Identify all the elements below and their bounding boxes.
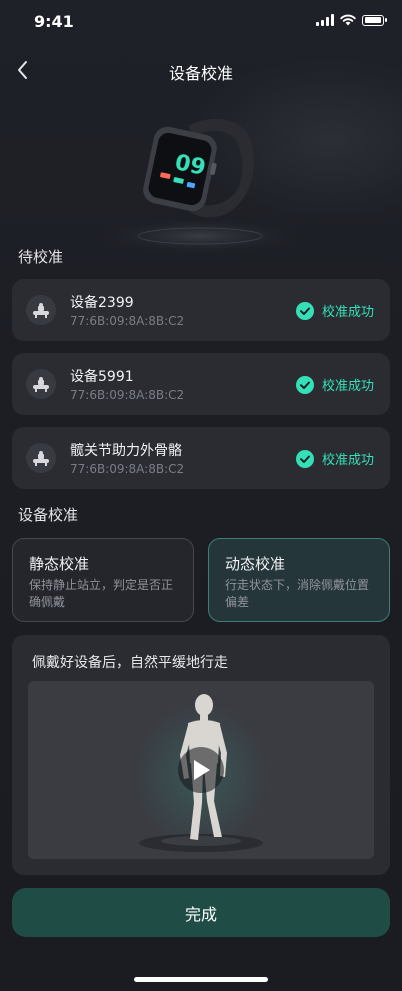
- device-mac: 77:6B:09:8A:8B:C2: [70, 314, 185, 328]
- mode-description: 行走状态下，消除佩戴位置偏差: [225, 578, 370, 609]
- device-name: 髋关节助力外骨骼: [70, 443, 182, 459]
- check-circle-icon: [295, 375, 314, 394]
- mode-title: 静态校准: [29, 555, 90, 573]
- device-card[interactable]: 设备2399 77:6B:09:8A:8B:C2 校准成功: [12, 279, 390, 341]
- status-time: 9:41: [34, 12, 74, 31]
- device-card[interactable]: 髋关节助力外骨骼 77:6B:09:8A:8B:C2 校准成功: [12, 427, 390, 489]
- cellular-signal-icon: [316, 14, 334, 26]
- nav-bar: 设备校准: [0, 50, 402, 90]
- device-status: 校准成功: [295, 375, 374, 394]
- instruction-video[interactable]: [28, 681, 374, 859]
- check-circle-icon: [295, 449, 314, 468]
- watch-illustration: 09: [90, 108, 310, 258]
- exoskeleton-icon: [26, 443, 56, 473]
- device-status-label: 校准成功: [321, 453, 374, 468]
- page-title: 设备校准: [168, 64, 233, 83]
- device-name: 设备5991: [70, 369, 134, 385]
- instruction-panel: 佩戴好设备后，自然平缓地行走: [12, 635, 390, 875]
- wifi-icon: [340, 14, 356, 26]
- check-circle-icon: [295, 301, 314, 320]
- static-calibration-option[interactable]: 静态校准 保持静止站立，判定是否正确佩戴: [12, 538, 194, 622]
- pending-section-title: 待校准: [18, 248, 64, 266]
- instruction-text: 佩戴好设备后，自然平缓地行走: [32, 655, 228, 671]
- dynamic-calibration-option[interactable]: 动态校准 行走状态下，消除佩戴位置偏差: [208, 538, 390, 622]
- device-card[interactable]: 设备5991 77:6B:09:8A:8B:C2 校准成功: [12, 353, 390, 415]
- mode-description: 保持静止站立，判定是否正确佩戴: [29, 578, 174, 609]
- exoskeleton-icon: [26, 295, 56, 325]
- device-status-label: 校准成功: [321, 305, 374, 320]
- device-status: 校准成功: [295, 449, 374, 468]
- device-mac: 77:6B:09:8A:8B:C2: [70, 462, 185, 476]
- exoskeleton-icon: [26, 369, 56, 399]
- status-bar: 9:41: [0, 0, 402, 44]
- status-icons: [316, 14, 387, 26]
- device-status-label: 校准成功: [321, 379, 374, 394]
- battery-icon: [362, 14, 387, 26]
- play-button[interactable]: [178, 747, 224, 793]
- mode-title: 动态校准: [225, 555, 286, 573]
- device-status: 校准成功: [295, 301, 374, 320]
- play-icon: [194, 760, 210, 780]
- device-mac: 77:6B:09:8A:8B:C2: [70, 388, 185, 402]
- home-indicator: [134, 977, 268, 982]
- device-name: 设备2399: [70, 295, 134, 311]
- calibration-section-title: 设备校准: [18, 506, 79, 524]
- done-button[interactable]: 完成: [12, 888, 390, 937]
